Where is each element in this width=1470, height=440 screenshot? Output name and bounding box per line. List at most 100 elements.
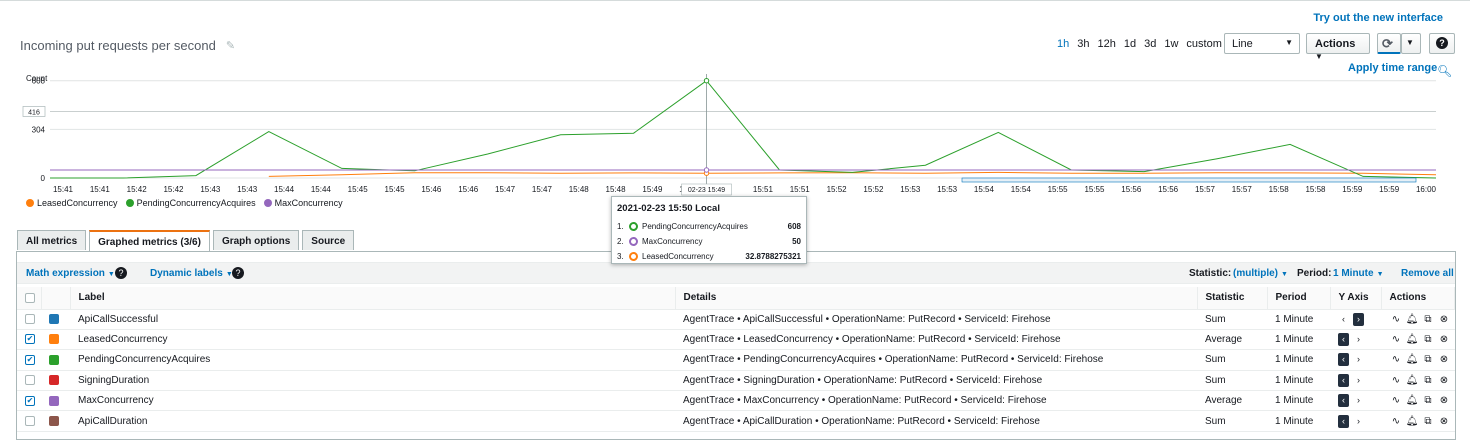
tab-graph-options[interactable]: Graph options bbox=[212, 230, 300, 250]
legend-item[interactable]: PendingConcurrencyAcquires bbox=[125, 198, 256, 208]
row-period[interactable]: 1 Minute bbox=[1267, 329, 1330, 351]
table-row[interactable]: ✔ PendingConcurrencyAcquires AgentTrace • … bbox=[17, 349, 1455, 371]
row-select-cell[interactable]: ✔ bbox=[17, 390, 41, 412]
color-swatch[interactable] bbox=[49, 334, 59, 345]
info-icon[interactable]: ? bbox=[232, 267, 244, 279]
bell-icon[interactable]: 🔔︎ bbox=[1405, 334, 1419, 345]
time-range-1h[interactable]: 1h bbox=[1057, 38, 1069, 50]
graph-line-icon[interactable]: ∿ bbox=[1389, 416, 1403, 427]
math-expression-dropdown[interactable]: Math expression ▼ bbox=[26, 268, 115, 279]
row-statistic[interactable]: Average bbox=[1197, 390, 1267, 412]
row-checkbox[interactable]: ✔ bbox=[25, 334, 35, 345]
row-label[interactable]: ApiCallDuration bbox=[70, 410, 675, 432]
label-header[interactable]: Label bbox=[70, 287, 676, 310]
tab-graphed-metrics-3-6[interactable]: Graphed metrics (3/6) bbox=[89, 230, 210, 251]
row-label[interactable]: LeasedConcurrency bbox=[70, 329, 675, 351]
row-statistic[interactable]: Sum bbox=[1197, 410, 1267, 432]
row-select-cell[interactable]: ✔ bbox=[17, 329, 41, 351]
remove-icon[interactable]: ⊗ bbox=[1437, 375, 1451, 386]
edit-pencil-icon[interactable]: ✎ bbox=[226, 39, 235, 52]
copy-icon[interactable]: ⧉ bbox=[1421, 375, 1435, 386]
row-period[interactable]: 1 Minute bbox=[1267, 390, 1330, 412]
actions-button[interactable]: Actions ▼ bbox=[1306, 33, 1370, 61]
yaxis-right-icon[interactable]: › bbox=[1353, 312, 1364, 326]
chart-type-select[interactable]: Line ▼ bbox=[1224, 33, 1300, 54]
time-range-3h[interactable]: 3h bbox=[1077, 38, 1089, 50]
row-statistic[interactable]: Average bbox=[1197, 329, 1267, 351]
period-header[interactable]: Period bbox=[1267, 287, 1331, 310]
row-label[interactable]: PendingConcurrencyAcquires bbox=[70, 349, 675, 371]
try-new-interface-link[interactable]: Try out the new interface bbox=[1313, 12, 1443, 24]
copy-icon[interactable]: ⧉ bbox=[1421, 334, 1435, 345]
row-color-cell[interactable] bbox=[41, 329, 70, 351]
bell-icon[interactable]: 🔔︎ bbox=[1405, 314, 1419, 325]
select-all-checkbox[interactable] bbox=[25, 292, 35, 303]
table-row[interactable]: ApiCallSuccessful AgentTrace • ApiCallSuc… bbox=[17, 309, 1455, 330]
time-range-custom[interactable]: custom bbox=[1186, 38, 1228, 50]
yaxis-left-icon[interactable]: ‹ bbox=[1338, 394, 1349, 408]
table-row[interactable]: ✔ MaxConcurrency AgentTrace • MaxConcurren… bbox=[17, 390, 1455, 412]
yaxis-right-icon[interactable]: › bbox=[1353, 374, 1364, 387]
yaxis-left-icon[interactable]: ‹ bbox=[1338, 313, 1349, 326]
row-color-cell[interactable] bbox=[41, 309, 70, 330]
color-swatch[interactable] bbox=[49, 354, 59, 365]
time-range-1w[interactable]: 1w bbox=[1164, 38, 1178, 50]
tab-all-metrics[interactable]: All metrics bbox=[17, 230, 87, 250]
row-checkbox[interactable]: ✔ bbox=[25, 354, 35, 365]
color-swatch[interactable] bbox=[49, 395, 59, 406]
graph-line-icon[interactable]: ∿ bbox=[1389, 395, 1403, 406]
row-checkbox[interactable]: ✔ bbox=[25, 395, 35, 406]
row-color-cell[interactable] bbox=[41, 370, 70, 392]
copy-icon[interactable]: ⧉ bbox=[1421, 354, 1435, 365]
row-color-cell[interactable] bbox=[41, 390, 70, 412]
row-select-cell[interactable] bbox=[17, 370, 41, 392]
row-period[interactable]: 1 Minute bbox=[1267, 410, 1330, 432]
statistic-header[interactable]: Statistic bbox=[1197, 287, 1268, 310]
graph-title[interactable]: Incoming put requests per second ✎ bbox=[20, 38, 235, 53]
row-statistic[interactable]: Sum bbox=[1197, 309, 1267, 330]
legend-item[interactable]: MaxConcurrency bbox=[263, 198, 343, 208]
copy-icon[interactable]: ⧉ bbox=[1421, 416, 1435, 427]
graph-line-icon[interactable]: ∿ bbox=[1389, 334, 1403, 345]
row-select-cell[interactable] bbox=[17, 410, 41, 432]
row-statistic[interactable]: Sum bbox=[1197, 370, 1267, 392]
row-color-cell[interactable] bbox=[41, 410, 70, 432]
time-range-3d[interactable]: 3d bbox=[1144, 38, 1156, 50]
statistic-dropdown[interactable]: (multiple) ▼ bbox=[1233, 268, 1288, 279]
row-statistic[interactable]: Sum bbox=[1197, 349, 1267, 371]
row-label[interactable]: SigningDuration bbox=[70, 370, 675, 392]
tab-source[interactable]: Source bbox=[302, 230, 355, 250]
yaxis-right-icon[interactable]: › bbox=[1353, 394, 1364, 407]
yaxis-right-icon[interactable]: › bbox=[1353, 415, 1364, 428]
row-label[interactable]: ApiCallSuccessful bbox=[70, 309, 675, 330]
remove-icon[interactable]: ⊗ bbox=[1437, 334, 1451, 345]
row-period[interactable]: 1 Minute bbox=[1267, 309, 1330, 330]
refresh-interval-dropdown[interactable]: ▼ bbox=[1401, 33, 1421, 54]
help-button[interactable]: ? bbox=[1429, 33, 1455, 54]
bell-icon[interactable]: 🔔︎ bbox=[1405, 354, 1419, 365]
remove-all-link[interactable]: Remove all bbox=[1401, 268, 1454, 279]
graph-line-icon[interactable]: ∿ bbox=[1389, 375, 1403, 386]
color-swatch[interactable] bbox=[49, 375, 59, 386]
bell-icon[interactable]: 🔔︎ bbox=[1405, 416, 1419, 427]
line-chart[interactable]: Count030460841615:41 15:41 15:42 15:42 15:43… bbox=[0, 70, 1470, 196]
row-checkbox[interactable] bbox=[25, 416, 35, 426]
color-swatch[interactable] bbox=[49, 314, 59, 325]
remove-icon[interactable]: ⊗ bbox=[1437, 354, 1451, 365]
yaxis-right-icon[interactable]: › bbox=[1353, 353, 1364, 366]
legend-item[interactable]: LeasedConcurrency bbox=[26, 198, 118, 208]
remove-icon[interactable]: ⊗ bbox=[1437, 395, 1451, 406]
period-dropdown[interactable]: 1 Minute ▼ bbox=[1333, 268, 1384, 279]
row-label[interactable]: MaxConcurrency bbox=[70, 390, 675, 412]
remove-icon[interactable]: ⊗ bbox=[1437, 314, 1451, 325]
yaxis-left-icon[interactable]: ‹ bbox=[1338, 373, 1349, 387]
row-color-cell[interactable] bbox=[41, 349, 70, 371]
table-row[interactable]: ✔ LeasedConcurrency AgentTrace • LeasedCon… bbox=[17, 329, 1455, 351]
row-period[interactable]: 1 Minute bbox=[1267, 370, 1330, 392]
row-checkbox[interactable] bbox=[25, 314, 35, 325]
details-header[interactable]: Details bbox=[675, 287, 1198, 310]
refresh-button[interactable]: ⟳ bbox=[1377, 33, 1401, 54]
row-select-cell[interactable]: ✔ bbox=[17, 349, 41, 371]
table-row[interactable]: SigningDuration AgentTrace • SigningDurat… bbox=[17, 370, 1455, 392]
yaxis-right-icon[interactable]: › bbox=[1353, 333, 1364, 346]
